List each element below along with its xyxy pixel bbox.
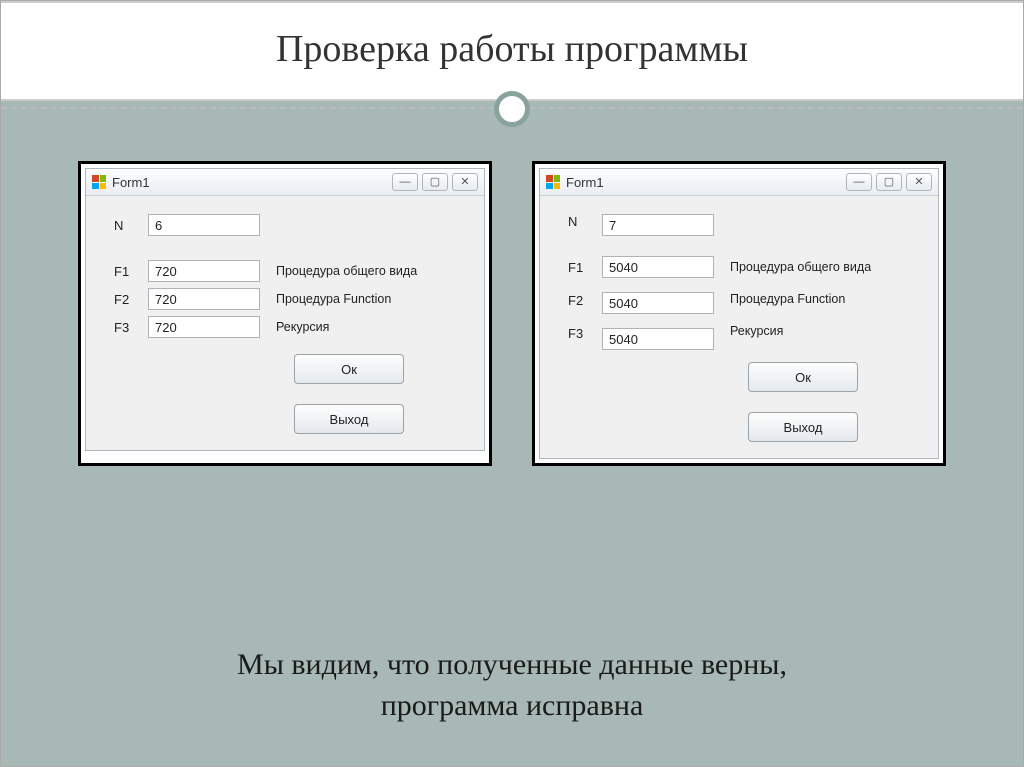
- f1-desc: Процедура общего вида: [276, 264, 417, 278]
- maximize-button[interactable]: ▢: [422, 173, 448, 191]
- minimize-button[interactable]: —: [846, 173, 872, 191]
- window-frame-right: Form1 — ▢ ✕ N F1 F2: [532, 161, 946, 466]
- f1-input[interactable]: [602, 256, 714, 278]
- caption-line-2: программа исправна: [1, 686, 1023, 727]
- titlebar: Form1 — ▢ ✕: [540, 169, 938, 196]
- window-title: Form1: [566, 175, 840, 190]
- form-body: N F1 F2 F3: [540, 196, 938, 458]
- f2-label: F2: [568, 293, 594, 308]
- maximize-button[interactable]: ▢: [876, 173, 902, 191]
- minimize-button[interactable]: —: [392, 173, 418, 191]
- title-band: Проверка работы программы: [1, 1, 1023, 101]
- separator: [1, 107, 1023, 109]
- exit-button[interactable]: Выход: [294, 404, 404, 434]
- ok-button[interactable]: Ок: [748, 362, 858, 392]
- ok-button[interactable]: Ок: [294, 354, 404, 384]
- f3-input[interactable]: [602, 328, 714, 350]
- slide-caption: Мы видим, что полученные данные верны, п…: [1, 645, 1023, 726]
- f2-label: F2: [114, 292, 140, 307]
- f1-input[interactable]: [148, 260, 260, 282]
- slide-title: Проверка работы программы: [1, 27, 1023, 71]
- window-buttons: — ▢ ✕: [392, 173, 478, 191]
- form2-window: Form1 — ▢ ✕ N F1 F2: [539, 168, 939, 459]
- f1-label: F1: [568, 260, 594, 275]
- f1-desc: Процедура общего вида: [730, 260, 871, 274]
- ring-decoration: [494, 91, 530, 127]
- caption-line-1: Мы видим, что полученные данные верны,: [1, 645, 1023, 686]
- f2-input[interactable]: [602, 292, 714, 314]
- f3-label: F3: [114, 320, 140, 335]
- f2-desc: Процедура Function: [730, 292, 871, 306]
- form-body: N F1 Процедура общего вида F2 Процедура …: [86, 196, 484, 450]
- f1-label: F1: [114, 264, 140, 279]
- n-label: N: [568, 214, 594, 229]
- f2-desc: Процедура Function: [276, 292, 391, 306]
- f3-desc: Рекурсия: [730, 324, 871, 338]
- n-input[interactable]: [602, 214, 714, 236]
- exit-button[interactable]: Выход: [748, 412, 858, 442]
- f3-label: F3: [568, 326, 594, 341]
- n-label: N: [114, 218, 140, 233]
- n-input[interactable]: [148, 214, 260, 236]
- f3-input[interactable]: [148, 316, 260, 338]
- app-icon: [92, 175, 106, 189]
- f2-input[interactable]: [148, 288, 260, 310]
- app-icon: [546, 175, 560, 189]
- form1-window: Form1 — ▢ ✕ N F1 Процедура об: [85, 168, 485, 451]
- close-button[interactable]: ✕: [906, 173, 932, 191]
- content-area: Form1 — ▢ ✕ N F1 Процедура об: [1, 161, 1023, 466]
- slide: Проверка работы программы Form1 — ▢ ✕: [0, 0, 1024, 767]
- window-frame-left: Form1 — ▢ ✕ N F1 Процедура об: [78, 161, 492, 466]
- close-button[interactable]: ✕: [452, 173, 478, 191]
- titlebar: Form1 — ▢ ✕: [86, 169, 484, 196]
- window-buttons: — ▢ ✕: [846, 173, 932, 191]
- f3-desc: Рекурсия: [276, 320, 329, 334]
- window-title: Form1: [112, 175, 386, 190]
